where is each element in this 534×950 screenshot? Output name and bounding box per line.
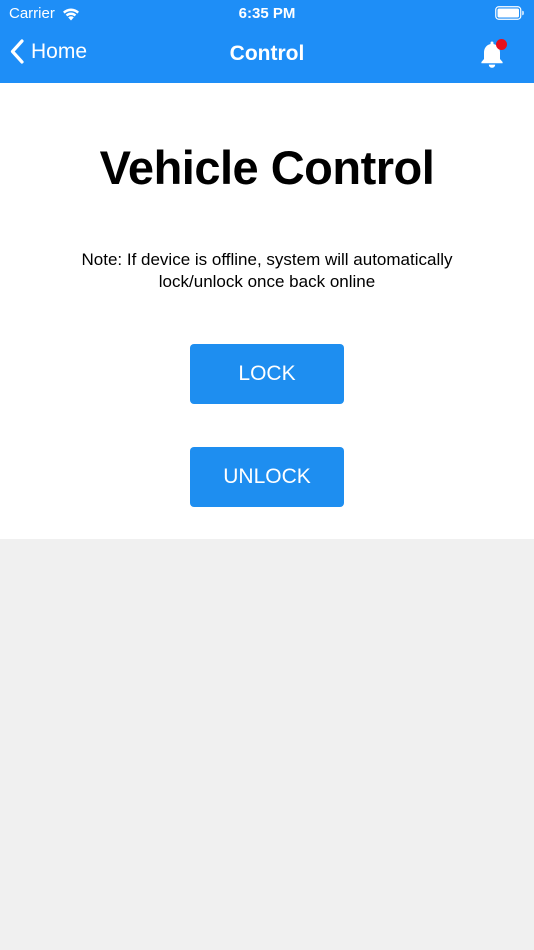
chevron-left-icon <box>10 39 24 64</box>
notifications-button[interactable] <box>476 38 508 70</box>
lock-button[interactable]: LOCK <box>190 344 344 404</box>
offline-note: Note: If device is offline, system will … <box>81 250 453 291</box>
navigation-bar: Home Control <box>0 28 534 83</box>
unlock-button[interactable]: UNLOCK <box>190 447 344 507</box>
notification-badge <box>496 39 507 50</box>
page-title: Vehicle Control <box>99 141 435 194</box>
vehicle-control-panel: Vehicle Control Note: If device is offli… <box>0 83 534 539</box>
battery-icon <box>495 6 525 20</box>
status-bar: Carrier 6:35 PM <box>0 0 534 28</box>
app-header: Carrier 6:35 PM Home Control <box>0 0 534 83</box>
clock: 6:35 PM <box>238 5 296 22</box>
back-label: Home <box>31 39 88 63</box>
back-button[interactable]: Home <box>10 39 87 64</box>
